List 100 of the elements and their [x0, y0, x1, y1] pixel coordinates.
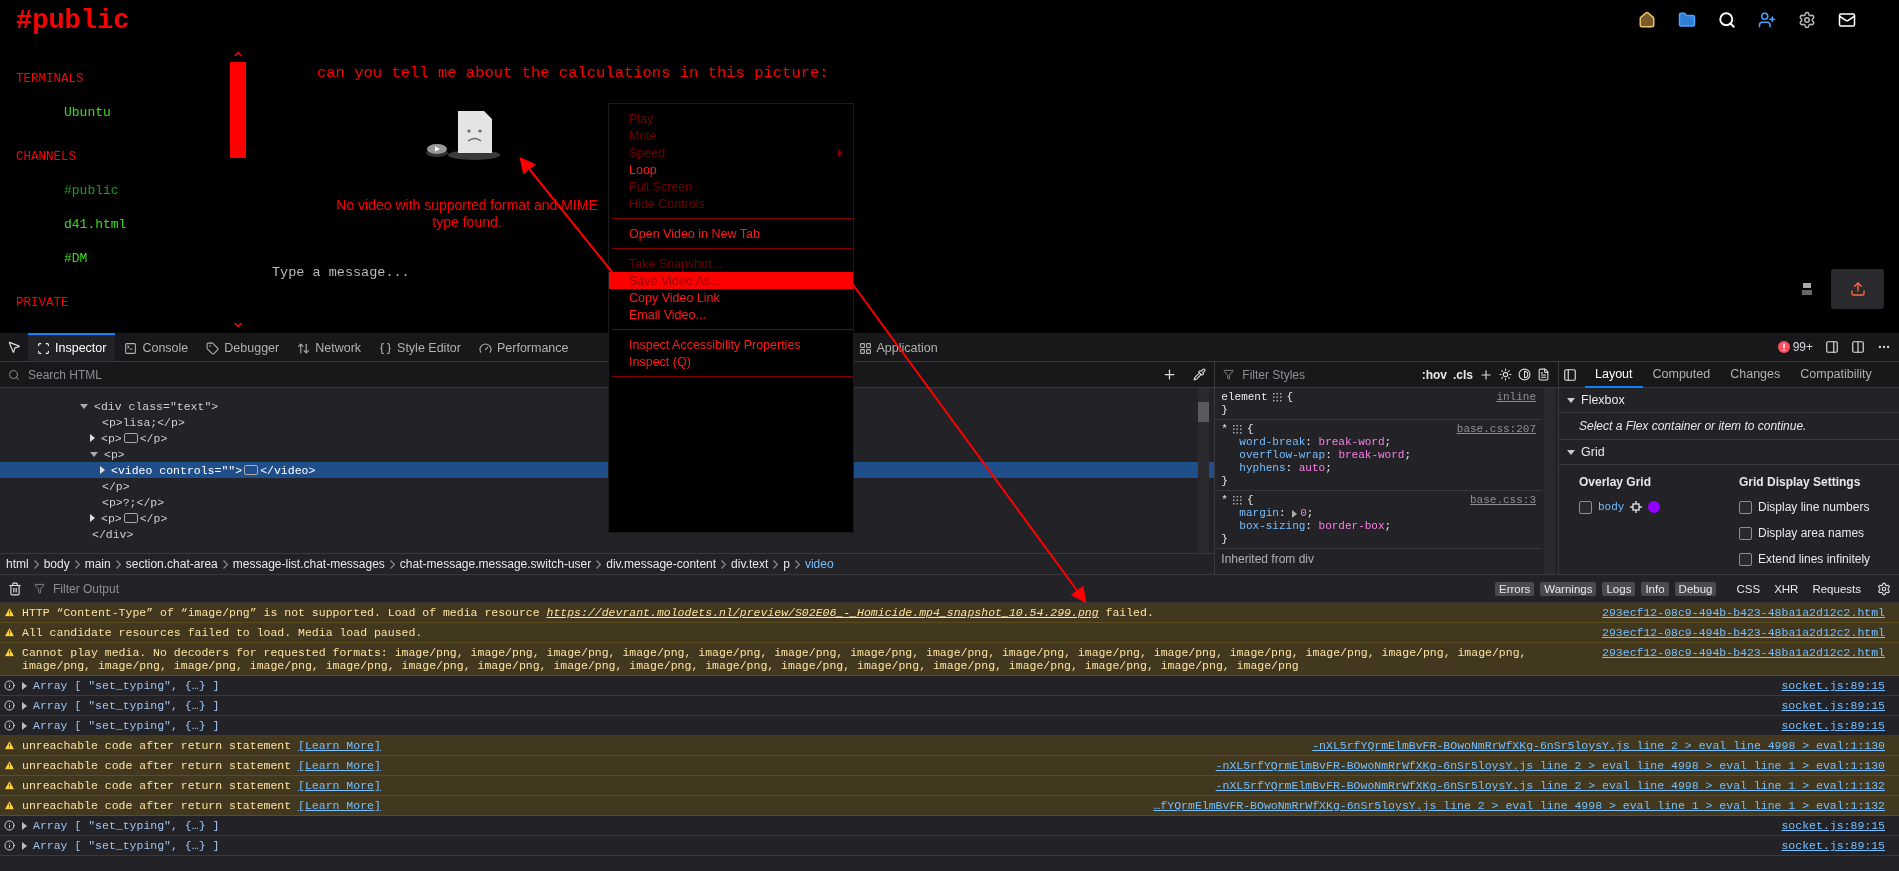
- eyedropper-icon[interactable]: [1193, 368, 1207, 381]
- add-icon[interactable]: [1162, 367, 1178, 382]
- devtools-tab[interactable]: Network: [288, 333, 371, 361]
- source-link[interactable]: socket.js:89:15: [1761, 839, 1885, 852]
- filter-toggle[interactable]: Errors: [1495, 581, 1535, 596]
- filter-toggle[interactable]: Warnings: [1540, 581, 1597, 596]
- learn-more-link[interactable]: [Learn More]: [298, 799, 381, 812]
- search-icon[interactable]: [1718, 11, 1736, 29]
- grid-icon[interactable]: [1232, 496, 1242, 505]
- breadcrumb[interactable]: chat-message.message.switch-user: [399, 557, 592, 571]
- scrollbar-thumb[interactable]: [230, 62, 246, 158]
- breadcrumb[interactable]: body: [43, 557, 70, 571]
- markup-line[interactable]: <p>?;</p>: [0, 494, 1215, 510]
- markup-line[interactable]: <p>lisa;</p>: [0, 414, 1215, 430]
- markup-line[interactable]: </p>: [0, 478, 1215, 494]
- source-link[interactable]: 293ecf12-08c9-494b-b423-48ba1a2d12c2.html: [1582, 606, 1885, 619]
- sidebar-item[interactable]: #DM: [64, 249, 230, 269]
- devtools-tab[interactable]: Console: [115, 333, 198, 361]
- sidebar-item[interactable]: #public: [64, 181, 230, 201]
- markup-line[interactable]: <p> </p>: [0, 430, 1215, 446]
- source-link[interactable]: 293ecf12-08c9-494b-b423-48ba1a2d12c2.html: [1582, 646, 1885, 659]
- dock-icon[interactable]: [1851, 340, 1865, 354]
- upload-button[interactable]: [1831, 269, 1884, 309]
- settings-icon[interactable]: [1798, 11, 1816, 29]
- learn-more-link[interactable]: [Learn More]: [298, 779, 381, 792]
- expand-icon[interactable]: [22, 842, 27, 850]
- source-link[interactable]: -nXL5rfYQrmElmBvFR-BOwoNmRrWfXKg-6nSr5loysY.js line 2 > eval line 4998 > eval line 1 > eval:1:132: [1195, 779, 1885, 792]
- section-header[interactable]: Flexbox: [1559, 388, 1899, 413]
- breadcrumb[interactable]: p: [783, 557, 790, 571]
- source-link[interactable]: -nXL5rfYQrmElmBvFR-BOwoNmRrWfXKg-6nSr5loysY.js line 2 > eval line 4998 > eval:1:130: [1292, 739, 1885, 752]
- error-count[interactable]: 99+: [1777, 340, 1813, 354]
- source-link[interactable]: socket.js:89:15: [1761, 819, 1885, 832]
- breadcrumb[interactable]: video: [804, 557, 834, 571]
- color-dot[interactable]: [1648, 501, 1661, 513]
- section-header[interactable]: Grid: [1559, 440, 1899, 465]
- css-declaration[interactable]: word-break: break-word;: [1221, 436, 1536, 449]
- filter-toggle[interactable]: Logs: [1602, 581, 1636, 596]
- toggle-button[interactable]: :hov: [1421, 367, 1447, 382]
- menu-item[interactable]: Inspect Accessibility Properties: [609, 336, 853, 353]
- rule-source[interactable]: base.css:207: [1456, 423, 1536, 436]
- panel-tab[interactable]: Layout: [1585, 362, 1643, 388]
- devtools-tab[interactable]: Debugger: [197, 333, 289, 361]
- add-rule-icon[interactable]: [1479, 367, 1493, 382]
- checkbox[interactable]: [1579, 500, 1592, 514]
- breadcrumb[interactable]: div.message-content: [606, 557, 717, 571]
- home-icon[interactable]: [1638, 11, 1656, 29]
- panel-tab[interactable]: Computed: [1642, 362, 1721, 388]
- expand-icon[interactable]: [22, 822, 27, 830]
- sidebar-toggle-icon[interactable]: [1563, 367, 1577, 382]
- rules-scrollbar[interactable]: [1544, 388, 1555, 574]
- add-user-icon[interactable]: [1758, 11, 1776, 29]
- highlight-icon[interactable]: [1630, 501, 1643, 513]
- markup-line[interactable]: <p> </p>: [0, 510, 1215, 526]
- checkbox[interactable]: [1739, 500, 1752, 514]
- source-link[interactable]: …fYQrmElmBvFR-BOwoNmRrWfXKg-6nSr5loysY.js line 2 > eval line 4998 > eval line 1 > eval line 1 > eval:1:132: [1133, 799, 1885, 812]
- folder-icon[interactable]: [1678, 11, 1696, 29]
- breadcrumb[interactable]: section.chat-area: [125, 557, 218, 571]
- scrollbar-thumb[interactable]: [1198, 402, 1210, 422]
- markup-line[interactable]: </div>: [0, 526, 1215, 542]
- grid-icon[interactable]: [1272, 393, 1282, 402]
- css-declaration[interactable]: margin: 0;: [1221, 507, 1536, 520]
- mail-icon[interactable]: [1838, 11, 1856, 29]
- menu-item[interactable]: Copy Video Link: [609, 289, 853, 306]
- filter-toggle[interactable]: CSS: [1732, 581, 1765, 596]
- filter-toggle[interactable]: Info: [1641, 581, 1669, 596]
- devtools-tab[interactable]: Performance: [469, 333, 578, 361]
- filter-toggle[interactable]: Requests: [1808, 581, 1865, 596]
- expand-icon[interactable]: [22, 702, 27, 710]
- panel-tab[interactable]: Changes: [1720, 362, 1791, 388]
- panel-tab[interactable]: Compatibility: [1790, 362, 1882, 388]
- learn-more-link[interactable]: [Learn More]: [298, 739, 381, 752]
- filter-toggle[interactable]: Debug: [1674, 581, 1717, 596]
- document-icon[interactable]: [1537, 368, 1550, 381]
- source-link[interactable]: socket.js:89:15: [1761, 699, 1885, 712]
- devtools-tab[interactable]: Style Editor: [370, 333, 470, 361]
- markup-line[interactable]: <p>: [0, 446, 1215, 462]
- clear-icon[interactable]: [8, 581, 22, 596]
- menu-item[interactable]: Open Video in New Tab: [609, 225, 853, 242]
- grid-icon[interactable]: [1232, 425, 1242, 434]
- source-link[interactable]: -nXL5rfYQrmElmBvFR-BOwoNmRrWfXKg-6nSr5loysY.js line 2 > eval line 4998 > eval line 1 > eval:1:130: [1195, 759, 1885, 772]
- contrast-icon[interactable]: [1518, 368, 1531, 381]
- rule-source[interactable]: base.css:3: [1470, 494, 1536, 507]
- breadcrumb[interactable]: message-list.chat-messages: [232, 557, 385, 571]
- css-declaration[interactable]: overflow-wrap: break-word;: [1221, 449, 1536, 462]
- breadcrumb[interactable]: div.text: [731, 557, 769, 571]
- expand-icon[interactable]: [22, 682, 27, 690]
- checkbox[interactable]: [1739, 526, 1752, 540]
- css-declaration[interactable]: hyphens: auto;: [1221, 462, 1536, 475]
- menu-item[interactable]: Email Video...: [609, 306, 853, 323]
- settings-icon[interactable]: [1877, 581, 1891, 596]
- devtools-tab[interactable]: Inspector: [28, 333, 116, 361]
- breadcrumb[interactable]: main: [84, 557, 111, 571]
- source-link[interactable]: socket.js:89:15: [1761, 679, 1885, 692]
- css-declaration[interactable]: box-sizing: border-box;: [1221, 520, 1536, 533]
- filter-input[interactable]: Filter Styles: [1240, 366, 1416, 383]
- source-link[interactable]: socket.js:89:15: [1761, 719, 1885, 732]
- expand-icon[interactable]: [22, 722, 27, 730]
- toggle-button[interactable]: .cls: [1453, 367, 1473, 382]
- source-link[interactable]: 293ecf12-08c9-494b-b423-48ba1a2d12c2.html: [1582, 626, 1885, 639]
- markup-line[interactable]: <div class="text">: [0, 398, 1215, 414]
